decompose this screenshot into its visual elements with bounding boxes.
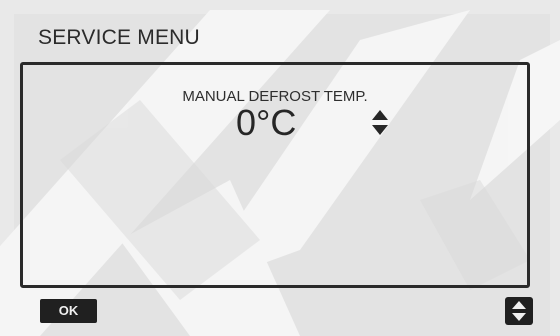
service-menu-title: SERVICE MENU [38,26,200,49]
up-down-arrows-icon[interactable] [372,110,388,136]
setting-unit: °C [256,102,297,143]
setting-value: 0 [236,102,257,143]
ok-button[interactable]: OK [40,299,97,323]
up-down-arrows-icon [512,301,526,321]
setting-value-display[interactable]: 0 °C [236,100,296,146]
scroll-button[interactable] [505,297,533,325]
